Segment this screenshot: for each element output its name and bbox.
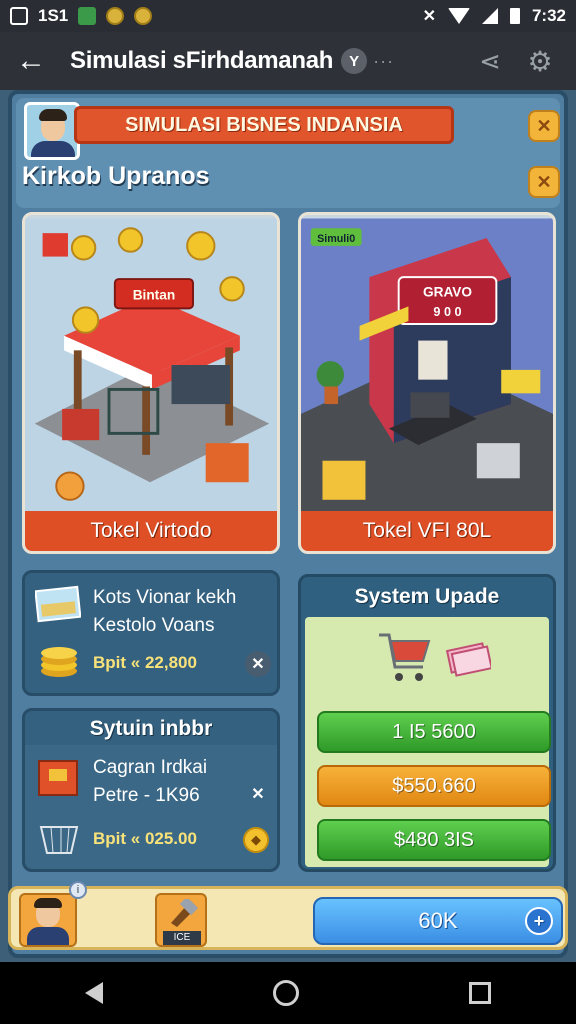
panel-1-price: Bpit « 22,800 xyxy=(93,653,197,672)
nav-back-icon[interactable] xyxy=(85,982,103,1004)
panel-2-line-1: Cagran Irdkai xyxy=(93,757,208,778)
system-nav-bar xyxy=(0,962,576,1024)
game-title-banner: SIMULASI BISNES INDANSIA xyxy=(74,106,454,144)
profile-button[interactable] xyxy=(19,893,77,947)
coin-stack-icon xyxy=(41,647,77,677)
hammer-wrench-icon-2[interactable]: ✕ xyxy=(528,166,560,198)
mute-icon: ✕ xyxy=(422,8,436,25)
gear-icon[interactable]: ⚙ xyxy=(520,45,560,78)
player-avatar[interactable] xyxy=(24,102,80,160)
panel-1-line-2: Kestolo Voans xyxy=(93,615,215,636)
upgrade-button-3[interactable]: $480 3IS xyxy=(317,819,551,861)
tech-store-illustration: GRAVO 9 0 0 Simuli0 xyxy=(301,218,553,512)
upgrade-button-2[interactable]: $550.660 xyxy=(317,765,551,807)
upgrade-button-1[interactable]: 1 I5 5600 xyxy=(317,711,551,753)
shop-label-2: Tokel VFI 80L xyxy=(301,511,553,551)
wifi-icon xyxy=(447,8,470,24)
close-icon-2[interactable]: ✕ xyxy=(245,781,271,807)
back-arrow-icon[interactable]: ← xyxy=(16,44,56,78)
panel-2-title: Sytuin inbbr xyxy=(89,717,213,740)
status-left-text: 1S1 xyxy=(38,6,69,25)
app-bar: ← Simulasi sFirhdamanah Y ··· ⋖ ⚙ xyxy=(0,32,576,90)
nav-home-icon[interactable] xyxy=(273,980,299,1006)
balance-button[interactable]: 60K + xyxy=(313,897,563,945)
share-icon[interactable]: ⋖ xyxy=(470,46,510,77)
business-panel-1[interactable]: Kots Vionar kekh Kestolo Voans Bpit « 22… xyxy=(22,570,280,696)
shop-card-1[interactable]: Bintan Tokel Virtodo xyxy=(22,212,280,554)
cash-icon xyxy=(445,642,491,677)
more-dots-icon[interactable]: ··· xyxy=(373,51,394,72)
panel-2-price: Bpit « 025.00 xyxy=(93,829,197,848)
business-panel-2[interactable]: Sytuin inbbr Cagran Irdkai Petre - 1K96 … xyxy=(22,708,280,872)
coin-notification-icon xyxy=(106,7,125,25)
system-upgrade-panel: System Upade 1 I5 5600 $550.660 $480 3IS xyxy=(298,574,556,872)
map-icon xyxy=(35,585,81,623)
shop-label-1: Tokel Virtodo xyxy=(25,511,277,551)
section-subtitle: Kirkob Upranos xyxy=(22,162,210,190)
store-sign-top: GRAVO xyxy=(423,285,472,300)
hammer-icon xyxy=(171,899,199,927)
panel-2-line-2: Petre - 1K96 xyxy=(93,785,200,806)
crate-icon xyxy=(38,760,78,796)
clock: 7:32 xyxy=(531,6,566,25)
signal-icon xyxy=(481,8,498,24)
stall-sign-text: Bintan xyxy=(133,288,175,303)
nav-recents-icon[interactable] xyxy=(469,982,491,1004)
notification-icon xyxy=(10,7,28,25)
info-icon[interactable]: i xyxy=(69,881,87,899)
profile-badge[interactable]: Y xyxy=(341,48,368,74)
app-title: Simulasi sFirhdamanah xyxy=(70,47,334,74)
app-notification-icon xyxy=(78,7,97,25)
tool-label: ICE xyxy=(163,931,201,945)
shop-card-2[interactable]: GRAVO 9 0 0 Simuli0 Tokel VFI 80L xyxy=(298,212,556,554)
shopping-cart-icon xyxy=(379,633,431,681)
store-badge-text: Simuli0 xyxy=(317,233,355,245)
coin-icon[interactable]: ◆ xyxy=(243,827,269,853)
status-bar: 1S1 ✕ 7:32 xyxy=(0,0,576,32)
upgrade-content: 1 I5 5600 $550.660 $480 3IS xyxy=(305,617,551,867)
panel-1-line-1: Kots Vionar kekh xyxy=(93,587,237,608)
basket-icon xyxy=(39,826,79,854)
upgrade-title: System Upade xyxy=(354,585,500,608)
hammer-wrench-icon[interactable]: ✕ xyxy=(528,110,560,142)
build-tool-button[interactable]: ICE xyxy=(155,893,207,947)
store-sign-bottom: 9 0 0 xyxy=(433,305,461,319)
coin-notification-icon-2 xyxy=(134,7,153,25)
market-stall-illustration: Bintan xyxy=(25,218,277,512)
add-funds-icon[interactable]: + xyxy=(525,907,553,935)
header-card: SIMULASI BISNES INDANSIA Kirkob Upranos … xyxy=(16,98,560,208)
close-icon[interactable]: ✕ xyxy=(245,651,271,677)
balance-value: 60K xyxy=(418,908,458,933)
bottom-bar: i ICE 60K + xyxy=(8,881,568,950)
battery-icon xyxy=(509,8,520,24)
